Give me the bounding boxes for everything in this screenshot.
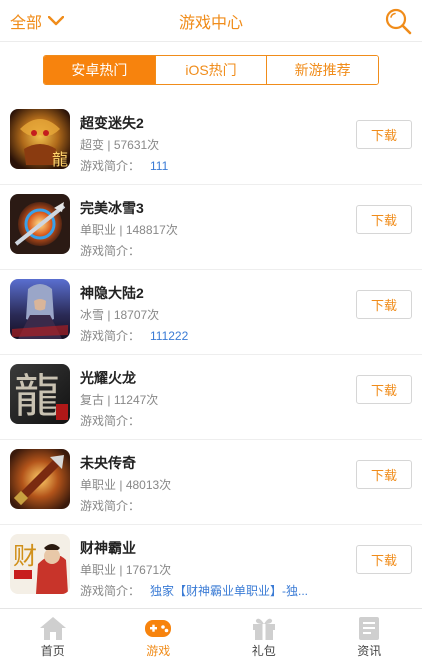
game-thumbnail: [10, 194, 70, 254]
tabbar-games[interactable]: 游戏: [106, 609, 212, 664]
game-thumbnail: 龍: [10, 364, 70, 424]
game-list: 龍 超变迷失2 超变 | 57631次 游戏简介： 111 下载 完美冰雪3 单职…: [0, 100, 422, 610]
game-name[interactable]: 光耀火龙: [80, 368, 136, 388]
game-plays: 148817次: [125, 223, 178, 237]
game-item[interactable]: 神隐大陆2 冰雪 | 18707次 游戏简介： 111222 下载: [0, 270, 422, 355]
bottom-tabbar: 首页 游戏 礼包 资讯: [0, 608, 422, 664]
tab-new-games[interactable]: 新游推荐: [267, 56, 378, 84]
game-plays: 18707次: [113, 308, 160, 322]
tabbar-news[interactable]: 资讯: [317, 609, 422, 664]
platform-tabs: 安卓热门 iOS热门 新游推荐: [43, 55, 379, 85]
thumbnail-text: 财: [13, 542, 37, 570]
game-category: 冰雪: [80, 308, 105, 322]
game-category: 单职业: [80, 223, 117, 237]
intro-label: 游戏简介：: [80, 414, 141, 428]
game-name[interactable]: 完美冰雪3: [80, 198, 144, 218]
thumbnail-text: 龍: [52, 150, 68, 169]
game-item[interactable]: 财 财神霸业 单职业 | 17671次 游戏简介： 独家【财神霸业单职业】-独..…: [0, 525, 422, 610]
tab-ios-hot[interactable]: iOS热门: [155, 56, 268, 84]
game-plays: 57631次: [113, 138, 160, 152]
intro-label: 游戏简介：: [80, 244, 141, 258]
page-title: 游戏中心: [178, 15, 243, 32]
game-plays: 11247次: [113, 393, 159, 407]
gift-icon: [252, 618, 275, 640]
game-thumbnail: [10, 279, 70, 339]
game-meta: 单职业 | 17671次: [80, 563, 172, 577]
game-intro: 游戏简介： 111: [80, 157, 168, 174]
search-icon[interactable]: [384, 7, 412, 35]
news-icon: [359, 617, 380, 640]
game-thumbnail: 龍: [10, 109, 70, 169]
download-button[interactable]: 下载: [356, 120, 412, 149]
intro-label: 游戏简介：: [80, 329, 141, 343]
game-intro: 游戏简介：: [80, 412, 150, 429]
game-category: 单职业: [80, 478, 117, 492]
game-meta: 单职业 | 48013次: [80, 478, 172, 492]
download-button[interactable]: 下载: [356, 545, 412, 574]
game-name[interactable]: 财神霸业: [80, 538, 136, 558]
intro-label: 游戏简介：: [80, 159, 141, 173]
game-name[interactable]: 神隐大陆2: [80, 283, 144, 303]
intro-label: 游戏简介：: [80, 499, 141, 513]
tabbar-home[interactable]: 首页: [0, 609, 106, 664]
tabbar-label: 礼包: [251, 644, 276, 658]
top-header: 全部 游戏中心: [0, 0, 422, 42]
game-intro: 游戏简介：: [80, 497, 150, 514]
game-item[interactable]: 完美冰雪3 单职业 | 148817次 游戏简介： 下载: [0, 185, 422, 270]
tabbar-gifts[interactable]: 礼包: [211, 609, 317, 664]
game-item[interactable]: 龍 光耀火龙 复古 | 11247次 游戏简介： 下载: [0, 355, 422, 440]
intro-text: 111: [150, 159, 169, 173]
game-meta: 冰雪 | 18707次: [80, 308, 160, 322]
game-intro: 游戏简介： 独家【财神霸业单职业】-独...: [80, 582, 308, 599]
game-category: 单职业: [80, 563, 117, 577]
download-button[interactable]: 下载: [356, 460, 412, 489]
game-intro: 游戏简介：: [80, 242, 150, 259]
thumbnail-text: 龍: [14, 369, 60, 423]
game-name[interactable]: 未央传奇: [80, 453, 136, 473]
tabbar-label: 首页: [40, 644, 65, 658]
game-name[interactable]: 超变迷失2: [80, 113, 144, 133]
game-thumbnail: 财: [10, 534, 70, 594]
game-thumbnail: [10, 449, 70, 509]
game-meta: 超变 | 57631次: [80, 138, 160, 152]
home-icon: [39, 617, 66, 640]
game-item[interactable]: 龍 超变迷失2 超变 | 57631次 游戏简介： 111 下载: [0, 100, 422, 185]
download-button[interactable]: 下载: [356, 290, 412, 319]
download-button[interactable]: 下载: [356, 205, 412, 234]
intro-label: 游戏简介：: [80, 584, 141, 598]
game-meta: 复古 | 11247次: [80, 393, 159, 407]
download-button[interactable]: 下载: [356, 375, 412, 404]
game-intro: 游戏简介： 111222: [80, 327, 188, 344]
game-category: 复古: [80, 393, 105, 407]
tab-android-hot[interactable]: 安卓热门: [44, 56, 156, 84]
game-plays: 48013次: [125, 478, 172, 492]
gamepad-icon: [145, 620, 172, 637]
tabbar-label: 资讯: [357, 644, 382, 658]
intro-text: 111222: [150, 329, 189, 343]
tabbar-label: 游戏: [146, 644, 171, 658]
game-meta: 单职业 | 148817次: [80, 223, 178, 237]
game-item[interactable]: 未央传奇 单职业 | 48013次 游戏简介： 下载: [0, 440, 422, 525]
game-plays: 17671次: [125, 563, 172, 577]
game-category: 超变: [80, 138, 105, 152]
intro-text: 独家【财神霸业单职业】-独...: [150, 584, 309, 598]
